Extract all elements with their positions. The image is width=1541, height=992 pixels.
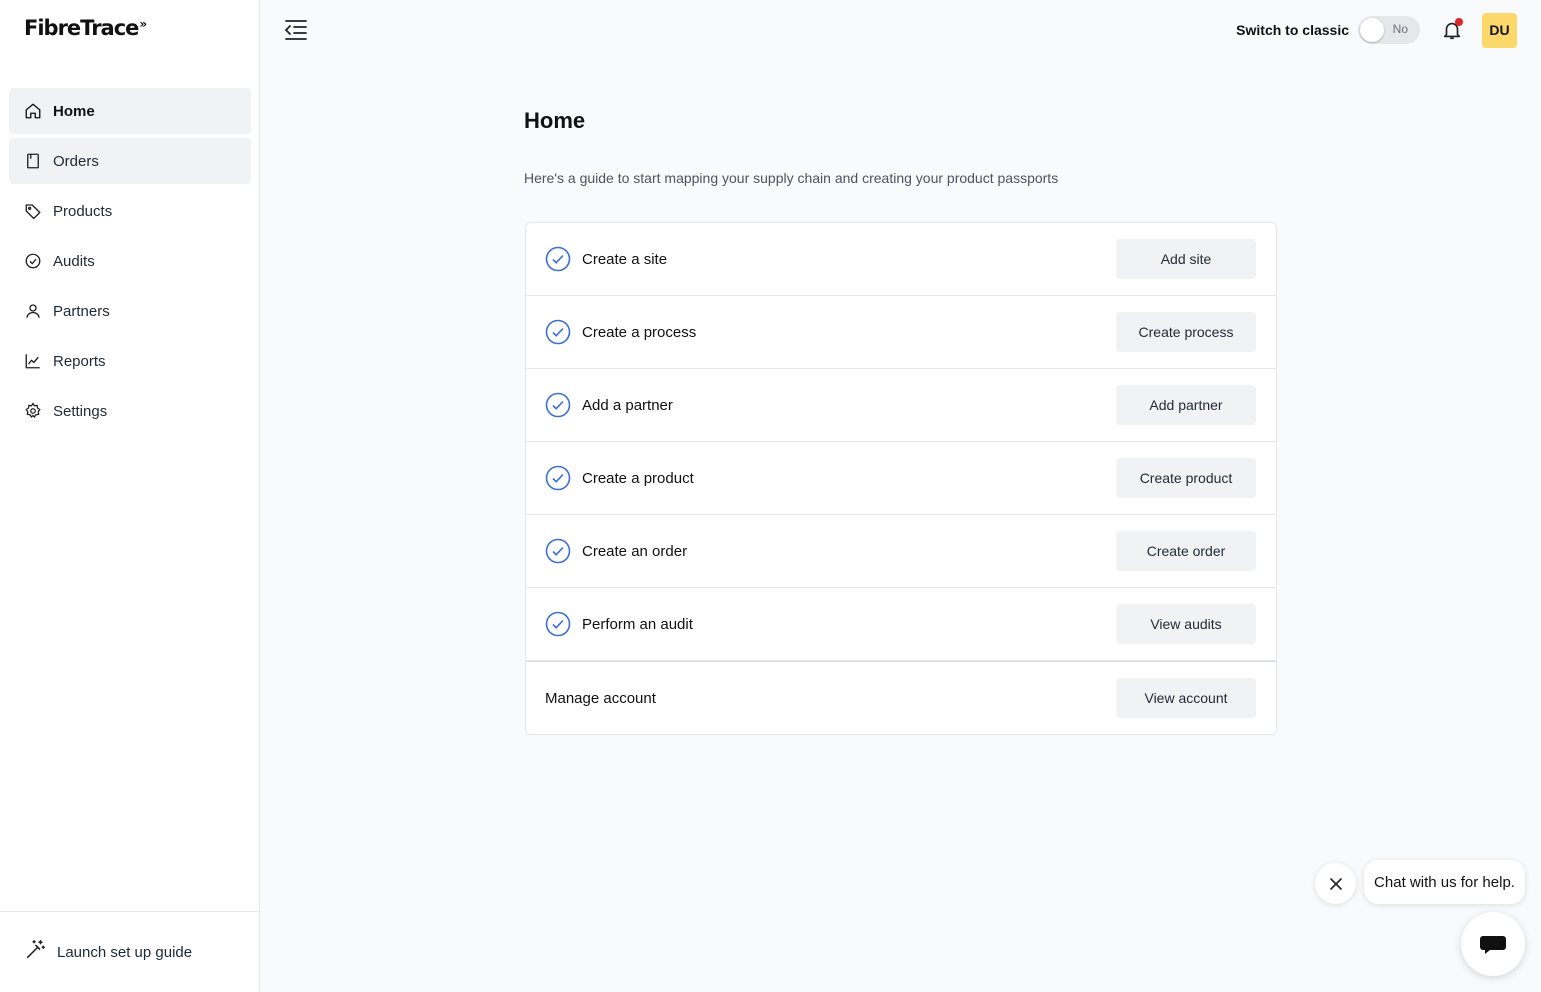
brand-name: FibreTrace bbox=[24, 16, 139, 40]
check-circle-icon bbox=[545, 319, 571, 345]
avatar[interactable]: DU bbox=[1482, 12, 1517, 48]
brand-logo[interactable]: FibreTrace» bbox=[24, 16, 147, 40]
home-icon bbox=[24, 102, 42, 120]
notifications-button[interactable] bbox=[1441, 18, 1463, 41]
sidebar-item-label: Settings bbox=[53, 402, 108, 420]
view-account-button[interactable]: View account bbox=[1116, 678, 1256, 718]
sidebar-item-label: Partners bbox=[53, 302, 110, 320]
magic-wand-icon bbox=[24, 939, 57, 965]
gear-icon bbox=[24, 402, 42, 420]
sidebar-item-reports[interactable]: Reports bbox=[9, 338, 251, 384]
create-product-button[interactable]: Create product bbox=[1116, 458, 1256, 498]
page-subtitle: Here's a guide to start mapping your sup… bbox=[524, 170, 1059, 186]
check-circle-icon bbox=[545, 538, 571, 564]
toggle-knob bbox=[1360, 18, 1384, 42]
collapse-menu-icon bbox=[284, 20, 307, 40]
sidebar-item-label: Audits bbox=[53, 252, 95, 270]
close-icon bbox=[1329, 877, 1342, 890]
brand-mark: » bbox=[139, 17, 147, 31]
guide-step-label: Create a site bbox=[582, 250, 668, 268]
guide-step-label: Create a process bbox=[582, 323, 697, 341]
sidebar-nav: Home Orders Products Audits Partners Rep… bbox=[9, 88, 251, 438]
guide-step-row: Create an order Create order bbox=[526, 515, 1276, 588]
guide-step-row: Create a site Add site bbox=[526, 223, 1276, 296]
chat-prompt-bubble[interactable]: Chat with us for help. bbox=[1364, 860, 1525, 904]
guide-step-label: Add a partner bbox=[582, 396, 673, 414]
guide-step-row: Perform an audit View audits bbox=[526, 588, 1276, 661]
orders-icon bbox=[24, 152, 42, 170]
sidebar: FibreTrace» Home Orders Products Audits bbox=[0, 0, 260, 992]
sidebar-item-label: Home bbox=[53, 102, 95, 120]
switch-to-classic-label: Switch to classic bbox=[1236, 22, 1349, 38]
launch-setup-guide-button[interactable]: Launch set up guide bbox=[0, 911, 260, 992]
check-circle-icon bbox=[24, 252, 42, 270]
sidebar-item-label: Orders bbox=[53, 152, 99, 170]
sidebar-item-label: Products bbox=[53, 202, 113, 220]
user-icon bbox=[24, 302, 42, 320]
add-partner-button[interactable]: Add partner bbox=[1116, 385, 1256, 425]
guide-step-label: Perform an audit bbox=[582, 615, 693, 633]
add-site-button[interactable]: Add site bbox=[1116, 239, 1256, 279]
notification-dot bbox=[1455, 18, 1463, 26]
sidebar-item-settings[interactable]: Settings bbox=[9, 388, 251, 434]
check-circle-icon bbox=[545, 611, 571, 637]
page-title: Home bbox=[524, 108, 586, 133]
sidebar-item-label: Reports bbox=[53, 352, 106, 370]
guide-step-label: Create an order bbox=[582, 542, 688, 560]
launch-setup-guide-label: Launch set up guide bbox=[57, 943, 193, 961]
sidebar-item-audits[interactable]: Audits bbox=[9, 238, 251, 284]
guide-step-label: Create a product bbox=[582, 469, 694, 487]
chat-launcher-button[interactable] bbox=[1461, 912, 1525, 976]
topbar-actions: Switch to classic No DU bbox=[1236, 12, 1517, 48]
check-circle-icon bbox=[545, 246, 571, 272]
chart-line-icon bbox=[24, 352, 42, 370]
guide-step-row: Create a product Create product bbox=[526, 442, 1276, 515]
check-circle-icon bbox=[545, 392, 571, 418]
chat-dismiss-button[interactable] bbox=[1315, 863, 1356, 904]
toggle-value: No bbox=[1392, 22, 1408, 36]
chat-icon bbox=[1480, 936, 1506, 954]
tag-icon bbox=[24, 202, 42, 220]
create-order-button[interactable]: Create order bbox=[1116, 531, 1256, 571]
create-process-button[interactable]: Create process bbox=[1116, 312, 1256, 352]
manage-account-label: Manage account bbox=[545, 689, 656, 707]
sidebar-item-products[interactable]: Products bbox=[9, 188, 251, 234]
guide-step-row: Create a process Create process bbox=[526, 296, 1276, 369]
view-audits-button[interactable]: View audits bbox=[1116, 604, 1256, 644]
switch-to-classic-toggle[interactable]: No bbox=[1358, 16, 1420, 44]
sidebar-item-home[interactable]: Home bbox=[9, 88, 251, 134]
check-circle-icon bbox=[545, 465, 571, 491]
collapse-sidebar-button[interactable] bbox=[283, 18, 309, 42]
sidebar-item-partners[interactable]: Partners bbox=[9, 288, 251, 334]
manage-account-row: Manage account View account bbox=[526, 661, 1276, 734]
setup-guide-card: Create a site Add site Create a process … bbox=[525, 222, 1277, 735]
guide-step-row: Add a partner Add partner bbox=[526, 369, 1276, 442]
sidebar-item-orders[interactable]: Orders bbox=[9, 138, 251, 184]
